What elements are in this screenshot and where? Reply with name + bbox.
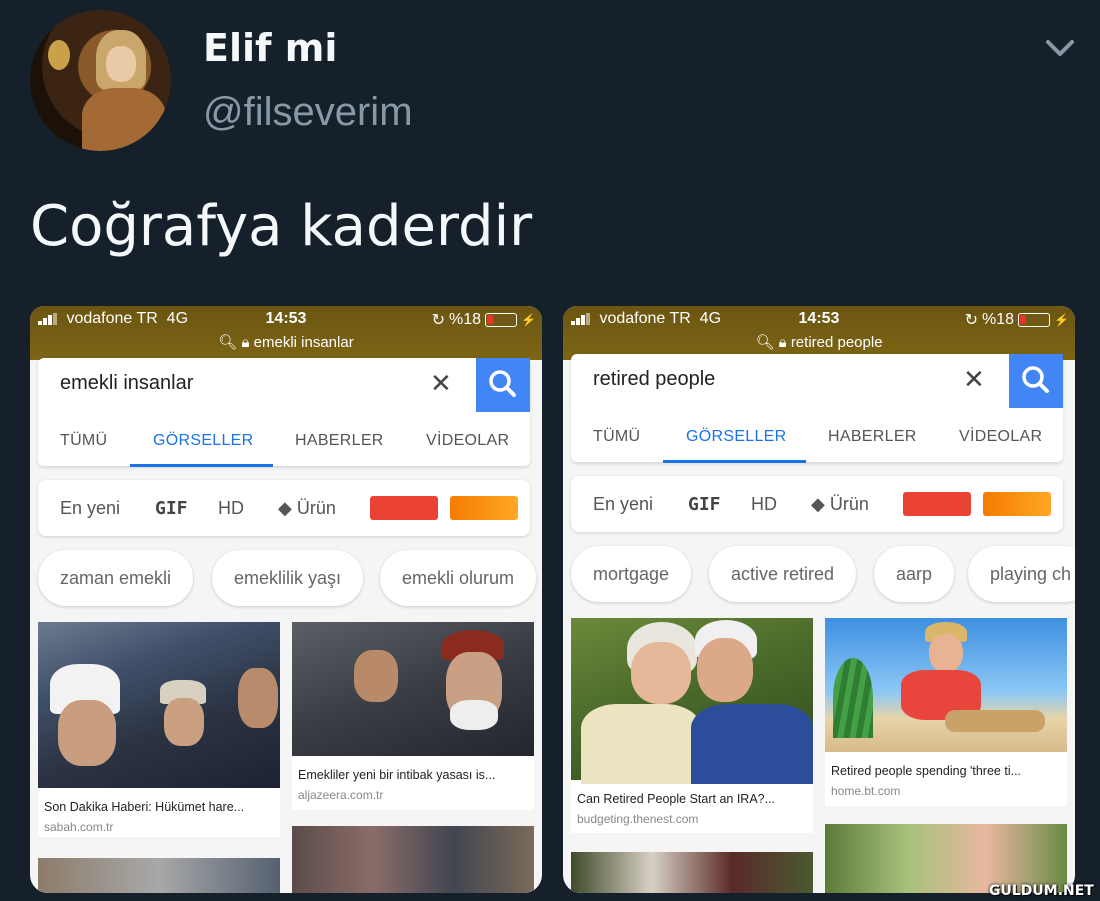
chip[interactable]: aarp — [874, 546, 955, 602]
tab-videos[interactable]: VİDEOLAR — [426, 432, 509, 450]
url-bar[interactable]: 🔍︎ 🔒︎ retired people — [563, 333, 1075, 351]
color-filter-red[interactable] — [903, 492, 971, 516]
result-source: aljazeera.com.tr — [298, 788, 384, 802]
color-filter-orange[interactable] — [450, 496, 518, 520]
tab-images[interactable]: GÖRSELLER — [686, 428, 787, 446]
search-box[interactable]: retired people ✕ — [571, 354, 1063, 408]
search-small-icon: 🔍︎ — [218, 334, 238, 351]
clear-icon[interactable]: ✕ — [963, 364, 985, 395]
charging-icon: ⚡ — [1054, 313, 1069, 327]
lock-icon: 🔒︎ — [778, 334, 787, 351]
tweet-text: Coğrafya kaderdir — [30, 194, 533, 259]
chip[interactable]: mortgage — [571, 546, 692, 602]
tab-all[interactable]: TÜMÜ — [593, 428, 640, 446]
tab-videos[interactable]: VİDEOLAR — [959, 428, 1042, 446]
filter-bar: En yeni GIF HD ◆ Ürün — [38, 480, 530, 536]
related-chips: mortgage active retired aarp playing ch — [563, 546, 1075, 602]
image-result[interactable] — [38, 858, 280, 893]
status-bar: vodafone TR 4G 14:53 ↻ %18 ⚡ 🔍︎ 🔒︎ retir… — [563, 306, 1075, 360]
tag-icon: ◆ — [811, 494, 825, 514]
clear-icon[interactable]: ✕ — [430, 368, 452, 399]
user-handle[interactable]: @filseverim — [203, 90, 413, 135]
search-icon — [1022, 366, 1049, 393]
rotation-lock-icon: ↻ — [431, 312, 446, 329]
lock-icon: 🔒︎ — [241, 334, 250, 351]
result-caption: Son Dakika Haberi: Hükümet hare... — [44, 800, 245, 814]
battery-percent: %18 — [982, 311, 1015, 328]
profile-avatar[interactable] — [30, 10, 171, 151]
filter-product[interactable]: ◆ Ürün — [278, 498, 336, 519]
result-source: sabah.com.tr — [44, 820, 114, 834]
tab-all[interactable]: TÜMÜ — [60, 432, 107, 450]
battery-icon — [1018, 313, 1051, 327]
url-text: retired people — [790, 334, 883, 351]
filter-hd[interactable]: HD — [751, 494, 777, 515]
display-name[interactable]: Elif mi — [203, 26, 337, 70]
image-result[interactable] — [292, 826, 534, 893]
filter-gif[interactable]: GIF — [155, 498, 188, 519]
watermark: GULDUM.NET — [989, 883, 1094, 899]
filter-newest[interactable]: En yeni — [593, 494, 653, 515]
active-tab-indicator — [130, 464, 273, 467]
tab-news[interactable]: HABERLER — [295, 432, 384, 450]
battery-icon — [485, 313, 518, 327]
rotation-lock-icon: ↻ — [964, 312, 979, 329]
filter-product[interactable]: ◆ Ürün — [811, 494, 869, 515]
result-image — [38, 622, 280, 788]
result-image — [571, 618, 813, 784]
result-caption: Retired people spending 'three ti... — [831, 764, 1022, 778]
image-result[interactable]: Emekliler yeni bir intibak yasası is... … — [292, 622, 534, 810]
tab-images[interactable]: GÖRSELLER — [153, 432, 254, 450]
result-image — [292, 826, 534, 893]
search-icon — [489, 370, 516, 397]
search-button[interactable] — [1009, 354, 1063, 408]
search-input[interactable]: retired people — [593, 368, 715, 391]
filter-gif[interactable]: GIF — [688, 494, 721, 515]
result-image — [571, 852, 813, 893]
result-source: home.bt.com — [831, 784, 901, 798]
related-chips: zaman emekli emeklilik yaşı emekli oluru… — [30, 550, 542, 606]
result-image — [292, 622, 534, 756]
filter-newest[interactable]: En yeni — [60, 498, 120, 519]
screenshot-right: vodafone TR 4G 14:53 ↻ %18 ⚡ 🔍︎ 🔒︎ retir… — [563, 306, 1075, 893]
screenshot-left: vodafone TR 4G 14:53 ↻ %18 ⚡ 🔍︎ 🔒︎ emekl… — [30, 306, 542, 893]
result-caption: Emekliler yeni bir intibak yasası is... — [298, 768, 496, 782]
search-button[interactable] — [476, 358, 530, 412]
image-result[interactable]: Retired people spending 'three ti... hom… — [825, 618, 1067, 806]
chevron-down-icon[interactable] — [1044, 36, 1076, 60]
chip[interactable]: active retired — [709, 546, 857, 602]
tag-icon: ◆ — [278, 498, 292, 518]
image-result[interactable]: Can Retired People Start an IRA?... budg… — [571, 618, 813, 833]
search-small-icon: 🔍︎ — [755, 334, 775, 351]
active-tab-indicator — [663, 460, 806, 463]
tab-news[interactable]: HABERLER — [828, 428, 917, 446]
result-image — [825, 618, 1067, 752]
color-filter-red[interactable] — [370, 496, 438, 520]
charging-icon: ⚡ — [521, 313, 536, 327]
color-filter-orange[interactable] — [983, 492, 1051, 516]
image-result[interactable] — [571, 852, 813, 893]
chip[interactable]: emeklilik yaşı — [212, 550, 364, 606]
result-source: budgeting.thenest.com — [577, 812, 699, 826]
chip[interactable]: emekli olurum — [380, 550, 537, 606]
result-caption: Can Retired People Start an IRA?... — [577, 792, 776, 806]
url-bar[interactable]: 🔍︎ 🔒︎ emekli insanlar — [30, 333, 542, 351]
search-tabs: TÜMÜ GÖRSELLER HABERLER VİDEOLAR — [38, 412, 530, 467]
chip[interactable]: playing ch — [968, 546, 1075, 602]
status-bar: vodafone TR 4G 14:53 ↻ %18 ⚡ 🔍︎ 🔒︎ emekl… — [30, 306, 542, 360]
filter-bar: En yeni GIF HD ◆ Ürün — [571, 476, 1063, 532]
search-tabs: TÜMÜ GÖRSELLER HABERLER VİDEOLAR — [571, 408, 1063, 463]
search-box[interactable]: emekli insanlar ✕ — [38, 358, 530, 412]
result-image — [38, 858, 280, 893]
chip[interactable]: zaman emekli — [38, 550, 194, 606]
search-input[interactable]: emekli insanlar — [60, 372, 193, 395]
battery-percent: %18 — [449, 311, 482, 328]
image-result[interactable]: Son Dakika Haberi: Hükümet hare... sabah… — [38, 622, 280, 837]
url-text: emekli insanlar — [253, 334, 354, 351]
filter-hd[interactable]: HD — [218, 498, 244, 519]
